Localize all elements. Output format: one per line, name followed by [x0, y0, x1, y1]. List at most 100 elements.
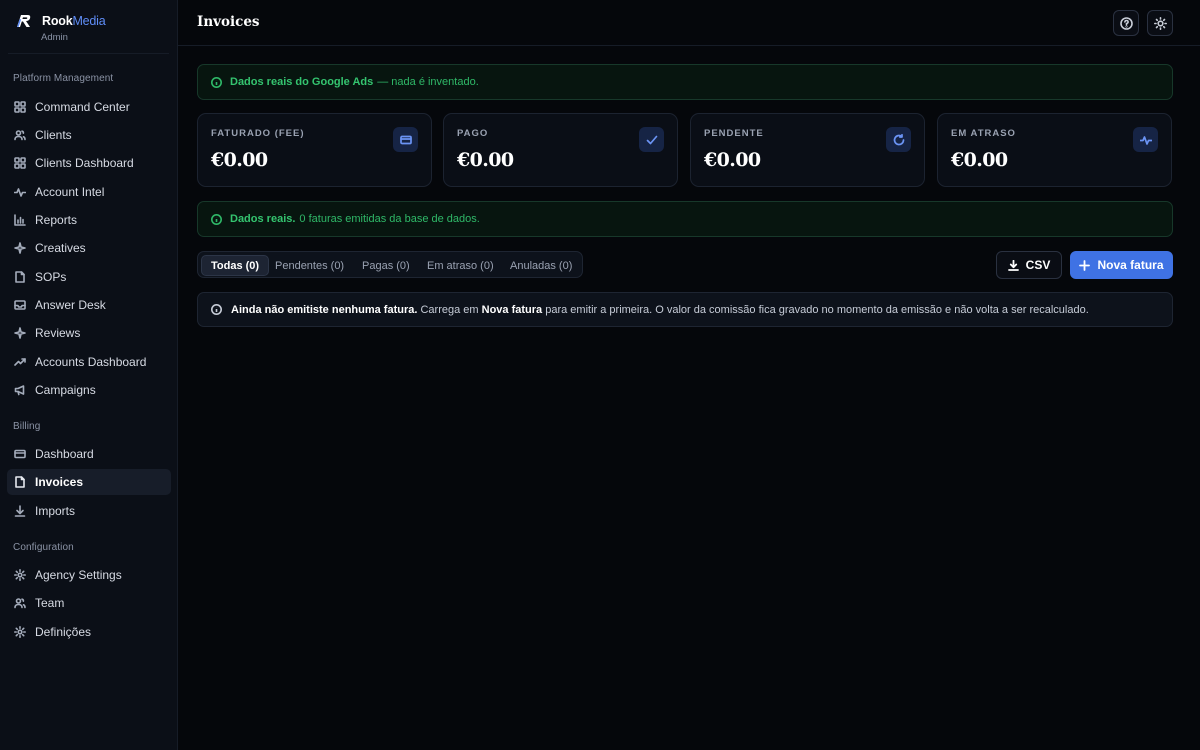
alert-text: 0 faturas emitidas da base de dados. [299, 213, 480, 225]
alert-bold: Dados reais. [230, 213, 296, 225]
activity-icon [14, 186, 26, 198]
inbox-icon [14, 299, 26, 311]
brand-name: RookMedia [42, 14, 106, 28]
sidebar-item-label: Invoices [35, 475, 84, 489]
sidebar-item-command-center[interactable]: Command Center [7, 94, 171, 120]
sidebar-item-label: Clients Dashboard [35, 156, 134, 170]
card-label: PAGO [457, 128, 489, 139]
stat-card-faturado: FATURADO (FEE) €0.00 [197, 113, 432, 187]
sparkle-icon [14, 242, 26, 254]
sidebar-item-label: Reviews [35, 326, 81, 340]
rook-logo-icon [17, 15, 31, 27]
info-icon [211, 213, 222, 225]
credit-card-icon [14, 448, 26, 460]
tab-pendentes[interactable]: Pendentes (0) [266, 255, 353, 276]
sidebar-item-accounts-dashboard[interactable]: Accounts Dashboard [7, 349, 171, 375]
card-label: PENDENTE [704, 128, 764, 139]
check-icon [639, 127, 664, 152]
plus-icon [1079, 259, 1091, 271]
trending-icon [14, 356, 26, 368]
sidebar-item-label: Definições [35, 625, 92, 639]
gear-icon [14, 569, 26, 581]
sidebar-item-dashboard[interactable]: Dashboard [7, 441, 171, 467]
section-billing: Billing [13, 421, 41, 432]
sidebar-item-team[interactable]: Team [7, 590, 171, 616]
sidebar-item-label: Command Center [35, 100, 130, 114]
empty-state-info: Ainda não emitiste nenhuma fatura. Carre… [197, 292, 1173, 327]
sidebar-item-label: Creatives [35, 241, 86, 255]
section-platform-management: Platform Management [13, 73, 114, 84]
new-invoice-button-label: Nova fatura [1097, 258, 1164, 272]
sparkle-icon [14, 327, 26, 339]
sidebar-item-label: Team [35, 596, 65, 610]
stat-card-pendente: PENDENTE €0.00 [690, 113, 925, 187]
info-bold-link: Nova fatura [481, 303, 543, 316]
info-text-part: Carrega em [420, 303, 479, 316]
users-icon [14, 597, 26, 609]
sidebar-item-creatives[interactable]: Creatives [7, 235, 171, 261]
tab-em-atraso[interactable]: Em atraso (0) [418, 255, 503, 276]
stat-card-em-atraso: EM ATRASO €0.00 [937, 113, 1172, 187]
tab-anuladas[interactable]: Anuladas (0) [501, 255, 581, 276]
sidebar-item-label: Agency Settings [35, 568, 122, 582]
card-value: €0.00 [457, 149, 514, 171]
users-icon [14, 129, 26, 141]
info-icon [211, 304, 222, 315]
alert-text: — nada é inventado. [377, 76, 479, 88]
info-text-part: para emitir a primeira. O valor da comis… [545, 303, 1089, 316]
activity-icon [1133, 127, 1158, 152]
sidebar-item-definicoes[interactable]: Definições [7, 619, 171, 645]
alert-bold: Dados reais do Google Ads [230, 76, 374, 88]
sidebar-item-account-intel[interactable]: Account Intel [7, 179, 171, 205]
info-text: Ainda não emitiste nenhuma fatura. Carre… [231, 304, 1089, 316]
theme-toggle-button[interactable] [1147, 10, 1173, 36]
divider [8, 53, 169, 54]
gear-icon [14, 626, 26, 638]
card-value: €0.00 [951, 149, 1008, 171]
brand-role: Admin [41, 32, 68, 43]
sun-icon [1153, 16, 1167, 30]
help-button[interactable] [1113, 10, 1139, 36]
help-icon [1119, 16, 1133, 30]
download-icon [14, 505, 26, 517]
sidebar-item-label: Imports [35, 504, 76, 518]
brand[interactable]: RookMedia Admin [16, 12, 166, 46]
card-value: €0.00 [211, 149, 268, 171]
sidebar-item-label: Campaigns [35, 383, 96, 397]
sidebar-item-reports[interactable]: Reports [7, 207, 171, 233]
sidebar-item-imports[interactable]: Imports [7, 498, 171, 524]
page-title: Invoices [197, 14, 260, 30]
tab-todas[interactable]: Todas (0) [201, 255, 270, 276]
sidebar-item-reviews[interactable]: Reviews [7, 320, 171, 346]
sidebar-item-label: Reports [35, 213, 78, 227]
sidebar-item-label: Answer Desk [35, 298, 106, 312]
csv-button-label: CSV [1025, 258, 1051, 272]
info-icon [211, 76, 222, 88]
sidebar-item-campaigns[interactable]: Campaigns [7, 377, 171, 403]
sidebar-item-invoices[interactable]: Invoices [7, 469, 171, 495]
megaphone-icon [14, 384, 26, 396]
sidebar-item-agency-settings[interactable]: Agency Settings [7, 562, 171, 588]
invoice-status-tabs: Todas (0) Pendentes (0) Pagas (0) Em atr… [197, 251, 583, 278]
sidebar: RookMedia Admin Platform Management Comm… [0, 0, 178, 750]
sidebar-item-clients-dashboard[interactable]: Clients Dashboard [7, 150, 171, 176]
sidebar-item-label: Account Intel [35, 185, 105, 199]
new-invoice-button[interactable]: Nova fatura [1070, 251, 1173, 279]
card-label: EM ATRASO [951, 128, 1016, 139]
database-alert: Dados reais. 0 faturas emitidas da base … [197, 201, 1173, 237]
file-icon [14, 271, 26, 283]
sidebar-item-label: Dashboard [35, 447, 94, 461]
info-bold: Ainda não emitiste nenhuma fatura. [231, 303, 418, 316]
csv-export-button[interactable]: CSV [996, 251, 1062, 279]
download-icon [1007, 259, 1019, 271]
stat-card-pago: PAGO €0.00 [443, 113, 678, 187]
file-icon [14, 476, 26, 488]
section-configuration: Configuration [13, 542, 74, 553]
sidebar-item-clients[interactable]: Clients [7, 122, 171, 148]
sidebar-item-label: SOPs [35, 270, 67, 284]
tab-pagas[interactable]: Pagas (0) [353, 255, 419, 276]
credit-card-icon [393, 127, 418, 152]
refresh-icon [886, 127, 911, 152]
sidebar-item-answer-desk[interactable]: Answer Desk [7, 292, 171, 318]
sidebar-item-sops[interactable]: SOPs [7, 264, 171, 290]
